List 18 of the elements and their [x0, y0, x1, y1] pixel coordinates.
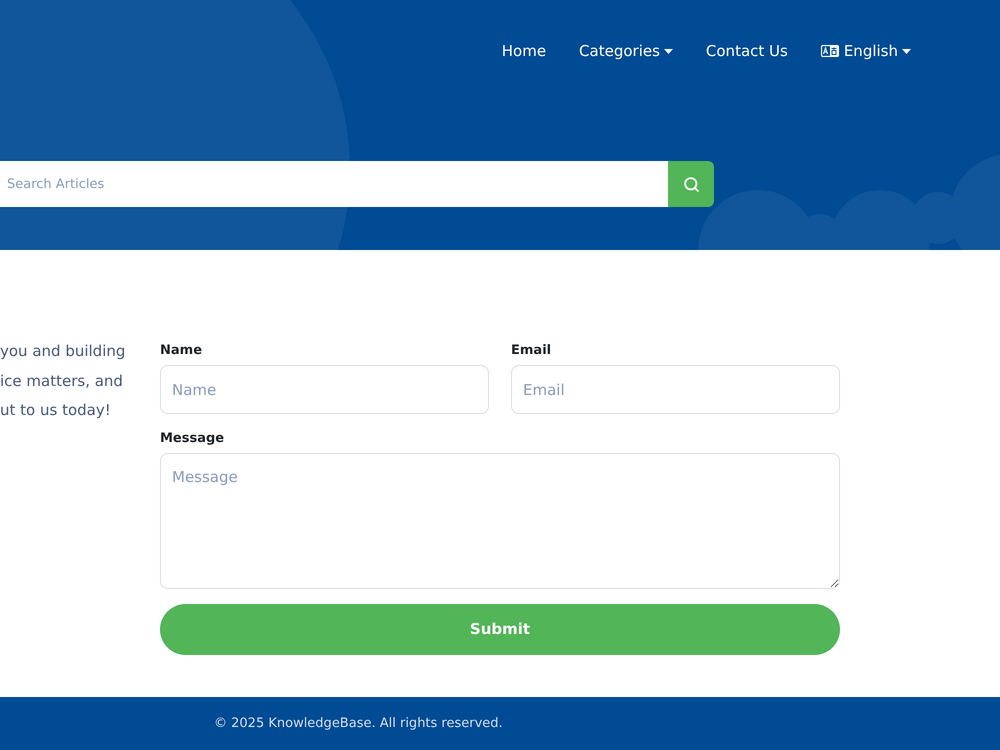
copyright-text: © 2025 KnowledgeBase. All rights reserved.	[214, 714, 503, 733]
translate-icon	[820, 45, 839, 57]
language-dropdown[interactable]: English	[820, 40, 911, 62]
nav-link[interactable]: Contact Us	[706, 40, 788, 62]
nav-link[interactable]: Home	[502, 40, 546, 62]
search-button[interactable]	[668, 161, 714, 207]
nav-dropdown[interactable]: Categories	[579, 40, 673, 62]
caret-icon	[902, 48, 911, 54]
field-label: Email	[511, 343, 552, 359]
text-input-field[interactable]: Name	[160, 365, 489, 414]
search-icon	[682, 176, 700, 192]
field-label: Message	[160, 431, 226, 447]
message-textarea-field[interactable]: Message	[160, 453, 840, 589]
field-label: Name	[160, 343, 204, 359]
caret-icon	[664, 48, 673, 54]
search-field[interactable]: Search Articles	[0, 161, 668, 207]
intro-paragraph: you and building ice matters, and ut to us today!	[0, 341, 126, 421]
text-input-field[interactable]: Email	[511, 365, 840, 414]
